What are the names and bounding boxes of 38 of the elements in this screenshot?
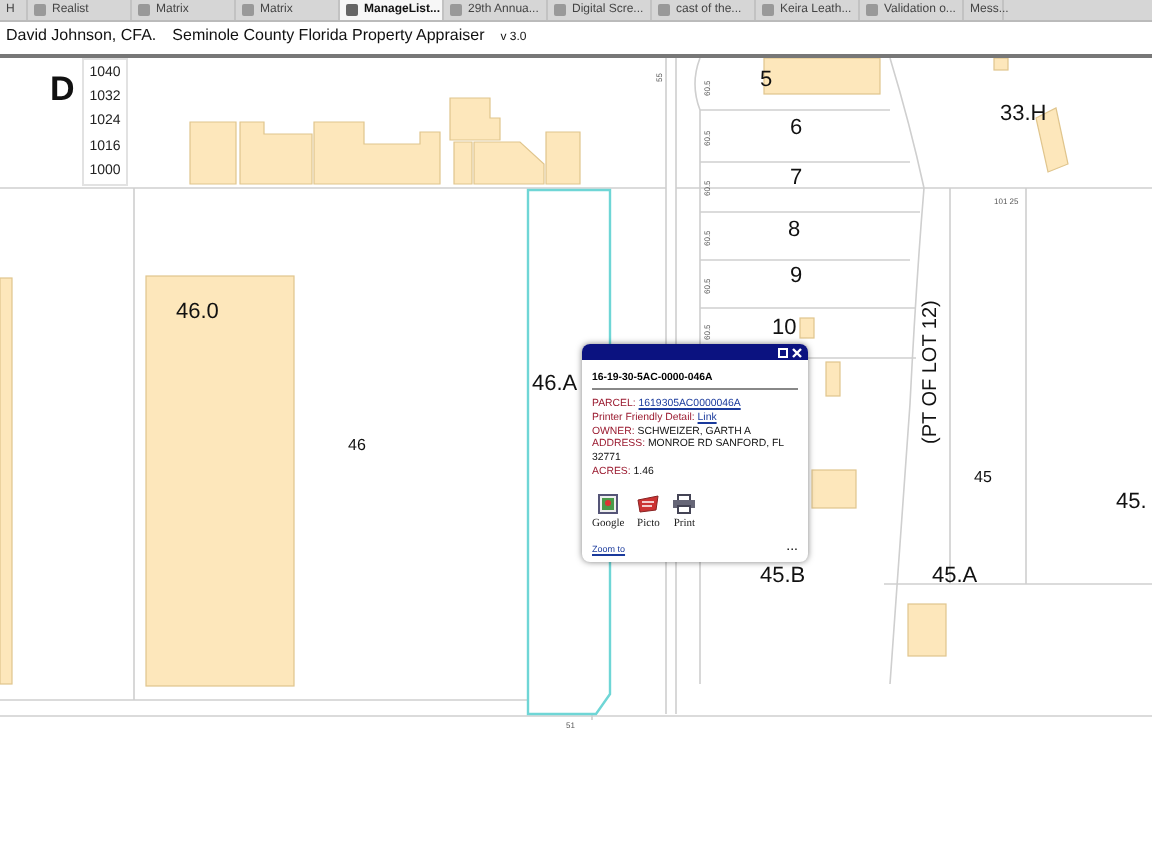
tab-favicon-icon — [762, 4, 774, 16]
printer-icon — [672, 493, 697, 513]
site-title: Seminole County Florida Property Appraiser — [172, 26, 485, 44]
parcel-label: 33.H — [1000, 104, 1047, 126]
aerial-photo-icon — [636, 493, 661, 513]
tab-favicon-icon — [658, 4, 670, 16]
lot-label: 46 — [348, 438, 366, 454]
tab-favicon-icon — [866, 4, 878, 16]
building-footprint — [799, 317, 815, 339]
appraiser-name: David Johnson, CFA. — [6, 26, 157, 44]
parcel-label: 9 — [790, 266, 803, 288]
tab-favicon-icon — [34, 4, 46, 16]
parcel-label: 45. — [1116, 492, 1147, 514]
lot-label: 45 — [974, 470, 992, 486]
tab-favicon-icon — [346, 4, 358, 16]
building-footprint — [993, 58, 1009, 71]
parcel-label: 46.0 — [176, 302, 219, 324]
parcel-label: 8 — [788, 220, 801, 242]
parcel-label: 5 — [760, 70, 773, 92]
tab-favicon-icon — [242, 4, 254, 16]
close-icon[interactable] — [792, 347, 802, 357]
tab-favicon-icon — [450, 4, 462, 16]
building-footprint — [811, 469, 857, 509]
tab-favicon-icon — [138, 4, 150, 16]
parcel-label: 6 — [790, 118, 803, 140]
map-pin-icon — [598, 493, 619, 513]
lot-note: (PT OF LOT 12) — [922, 300, 942, 444]
building-footprint — [907, 603, 947, 657]
parcel-label: 7 — [790, 168, 803, 190]
building-footprint — [825, 361, 841, 397]
building-footprint — [763, 58, 881, 95]
maximize-icon[interactable] — [778, 347, 788, 357]
tab-favicon-icon — [554, 4, 566, 16]
parcel-label: 45.B — [760, 566, 806, 588]
parcel-label: 46.A — [532, 374, 578, 396]
parcel-label: 45.A — [932, 566, 978, 588]
parcel-label: 10 — [772, 318, 797, 340]
block-label: D — [50, 72, 75, 106]
